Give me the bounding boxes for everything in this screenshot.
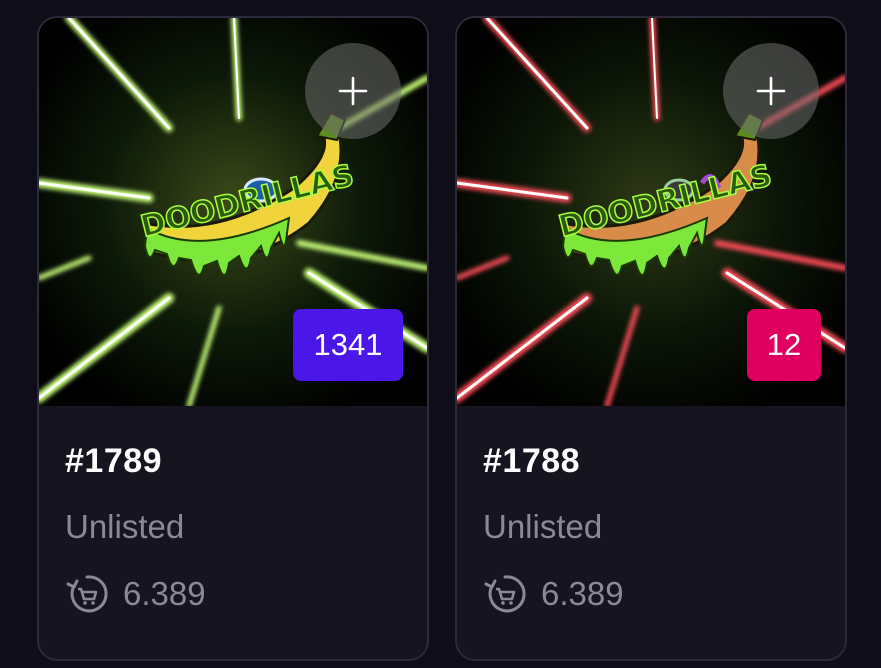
nft-artwork[interactable]: DOODRILLAS 1341	[39, 18, 427, 406]
token-name[interactable]: #1789	[65, 442, 162, 481]
rarity-rank-badge: 1341	[293, 309, 403, 381]
last-sale-price: 6.389	[123, 575, 206, 612]
listing-status: Unlisted	[65, 508, 185, 545]
nft-card[interactable]: DOODRILLAS 1341 #1789 Unlisted 6.389	[37, 16, 429, 661]
plus-icon	[756, 76, 786, 106]
rarity-rank-badge: 12	[747, 309, 821, 381]
last-sale-row: 6.389	[483, 572, 624, 616]
add-to-cart-button[interactable]	[723, 43, 819, 139]
nft-artwork[interactable]: DOODRILLAS 12	[457, 18, 845, 406]
add-to-cart-button[interactable]	[305, 43, 401, 139]
nft-card-info: #1789 Unlisted 6.389	[39, 406, 427, 659]
listing-status: Unlisted	[483, 508, 603, 545]
nft-card-info: #1788 Unlisted 6.389	[457, 406, 845, 659]
cart-refresh-icon	[484, 575, 526, 613]
cart-refresh-icon	[66, 575, 108, 613]
last-sale-row: 6.389	[65, 572, 206, 616]
nft-card[interactable]: DOODRILLAS 12 #1788 Unlisted 6.389	[455, 16, 847, 661]
plus-icon	[338, 76, 368, 106]
nft-grid: DOODRILLAS 1341 #1789 Unlisted 6.389 DOO…	[0, 0, 881, 668]
token-name[interactable]: #1788	[483, 442, 580, 481]
last-sale-price: 6.389	[541, 575, 624, 612]
